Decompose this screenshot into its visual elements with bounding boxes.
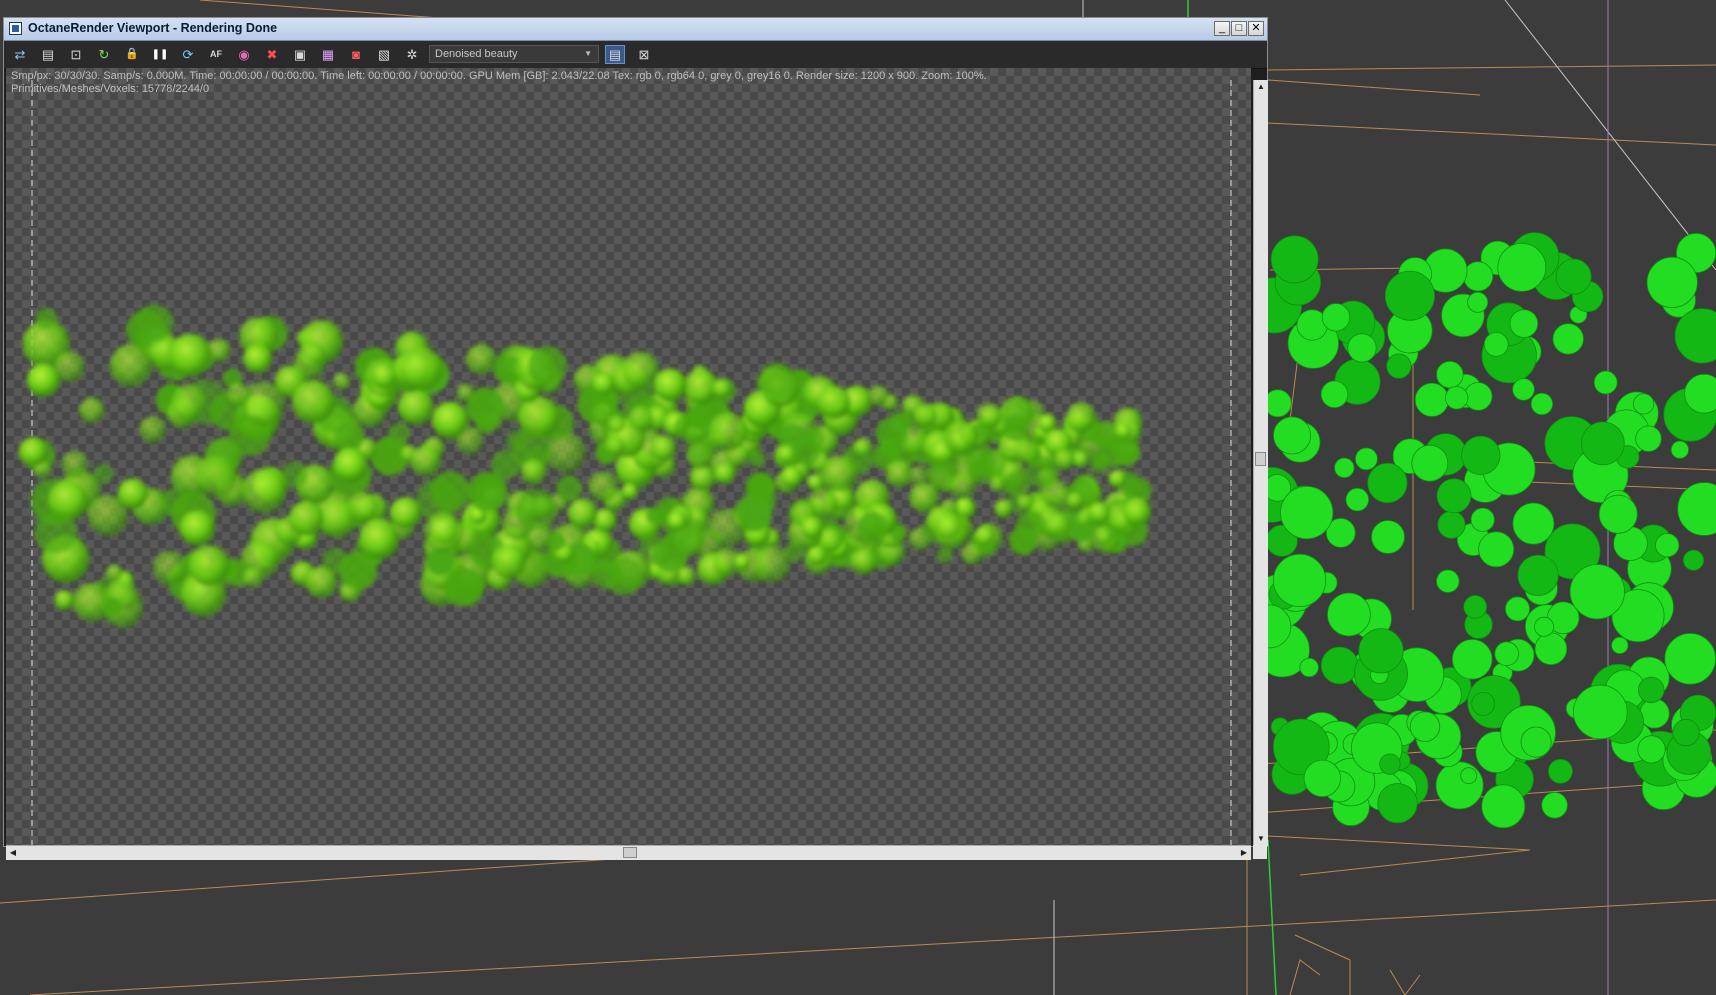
horizontal-scroll-thumb[interactable] [623, 847, 637, 858]
maximize-button[interactable]: □ [1231, 21, 1247, 36]
scroll-down-arrow-icon[interactable]: ▼ [1254, 832, 1268, 846]
close-button[interactable]: ✕ [1248, 21, 1264, 36]
title-bar[interactable]: OctaneRender Viewport - Rendering Done _… [4, 18, 1267, 41]
minimize-button[interactable]: _ [1214, 21, 1230, 36]
layout-toggle-icon[interactable]: ▤ [605, 45, 625, 64]
scroll-right-arrow-icon[interactable]: ▶ [1237, 846, 1251, 860]
film-icon[interactable]: ▦ [318, 45, 338, 64]
save-image-icon[interactable]: ▤ [38, 45, 58, 64]
vertical-scroll-thumb[interactable] [1255, 452, 1266, 466]
chevron-down-icon: ▼ [584, 49, 592, 58]
resize-grip-icon[interactable] [1253, 845, 1267, 859]
render-canvas[interactable] [6, 68, 1251, 845]
app-icon [9, 22, 22, 35]
horizontal-scrollbar[interactable]: ◀ ▶ [6, 845, 1251, 860]
zoom-region-icon[interactable]: ⊡ [66, 45, 86, 64]
render-particles [18, 304, 1152, 628]
lock-icon[interactable]: 🔒 [122, 45, 142, 64]
vertical-scrollbar[interactable]: ▲ ▼ [1253, 80, 1268, 846]
region-icon[interactable]: ▧ [374, 45, 394, 64]
render-pass-select[interactable]: Denoised beauty ▼ [429, 45, 599, 63]
toolbar: ⇄ ▤ ⊡ ↻ 🔒 ❚❚ ⟳ AF ◉ ✖ ▣ ▦ ◙ ▧ ✲ Denoised… [4, 41, 1267, 69]
stats-line-1: Smp/px: 30/30/30. Samp/s: 0.000M. Time: … [11, 70, 987, 82]
stats-line-2: Primitives/Meshes/Voxels: 15778/2244/0 [11, 83, 210, 95]
octane-viewport-window[interactable]: OctaneRender Viewport - Rendering Done _… [3, 17, 1268, 860]
display-icon[interactable]: ▣ [290, 45, 310, 64]
scroll-up-arrow-icon[interactable]: ▲ [1254, 80, 1268, 94]
send-scene-icon[interactable]: ⇄ [10, 45, 30, 64]
camera-icon[interactable]: ◙ [346, 45, 366, 64]
color-picker-icon[interactable]: ◉ [234, 45, 254, 64]
refresh-icon[interactable]: ⟳ [178, 45, 198, 64]
restart-render-icon[interactable]: ↻ [94, 45, 114, 64]
stop-icon[interactable]: ✖ [262, 45, 282, 64]
pause-icon[interactable]: ❚❚ [150, 45, 170, 64]
settings-icon[interactable]: ✲ [402, 45, 422, 64]
fit-view-icon[interactable]: ⊠ [634, 45, 654, 64]
scroll-left-arrow-icon[interactable]: ◀ [6, 846, 20, 860]
af-icon[interactable]: AF [206, 45, 226, 64]
window-title: OctaneRender Viewport - Rendering Done [28, 21, 278, 35]
render-image [18, 80, 1232, 845]
render-stats: Smp/px: 30/30/30. Samp/s: 0.000M. Time: … [11, 70, 987, 96]
render-pass-value: Denoised beauty [435, 48, 518, 60]
